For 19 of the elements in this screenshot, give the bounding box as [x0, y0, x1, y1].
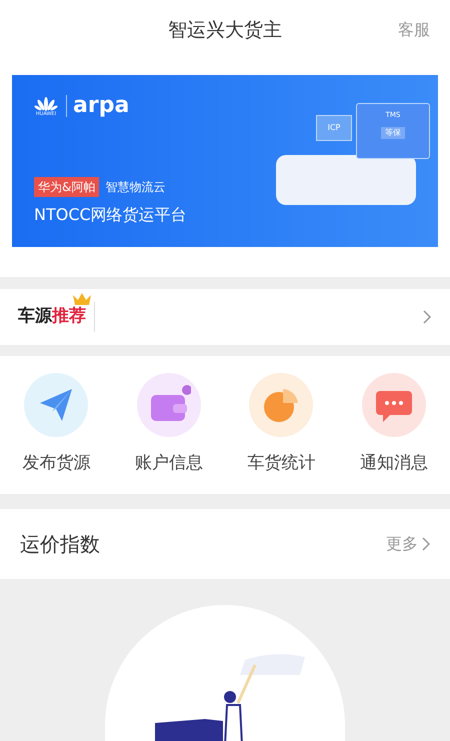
illustration-screen-badge: 等保	[381, 126, 405, 138]
chevron-right-icon	[422, 309, 432, 325]
chevron-right-icon	[422, 537, 430, 551]
recommend-bar[interactable]: 车源推荐	[0, 289, 450, 345]
promo-tagline: 智慧物流云	[105, 179, 166, 196]
page-title: 智运兴大货主	[168, 18, 282, 43]
shortcut-button[interactable]: 通知消息	[338, 373, 450, 477]
brand-logo: arpa	[66, 95, 130, 117]
promo-headline: NTOCC网络货运平台	[34, 204, 188, 226]
flower-logo-icon	[34, 96, 58, 112]
recommend-highlight: 推荐	[52, 305, 86, 328]
illustration-card-label: ICP	[328, 122, 340, 134]
recommend-title: 车源	[18, 305, 52, 328]
section-title: 运价指数	[20, 531, 100, 558]
promo-tag: 华为&阿帕	[34, 177, 100, 197]
shortcut-button[interactable]: 账户信息	[112, 373, 225, 477]
crown-icon	[72, 292, 92, 306]
shortcut-button[interactable]: 车货统计	[225, 373, 338, 477]
shortcut-button[interactable]: 发布货源	[0, 373, 112, 477]
